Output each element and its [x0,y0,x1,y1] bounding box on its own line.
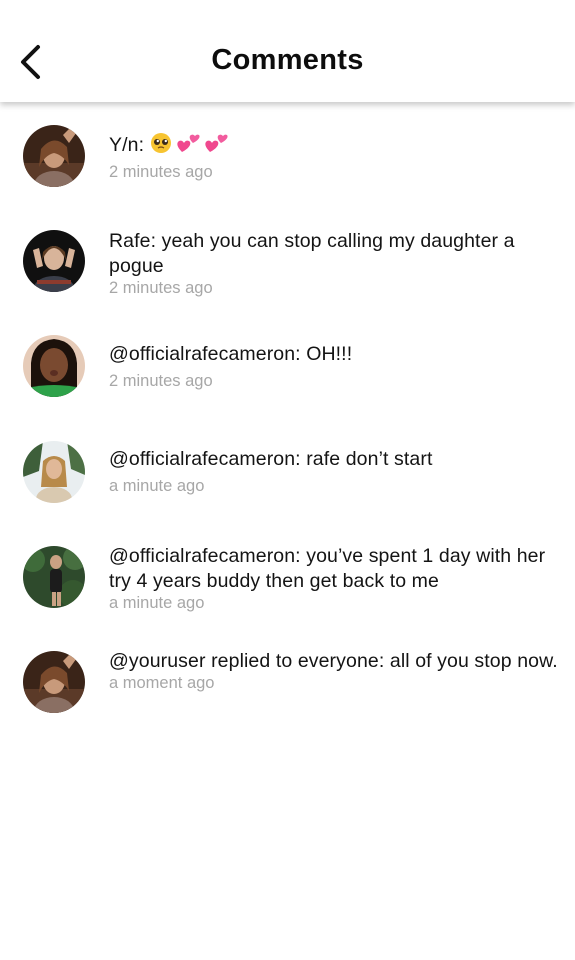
page-title: Comments [211,44,364,76]
comment-text: @officialrafecameron: you’ve spent 1 day… [109,545,546,592]
avatar[interactable] [23,335,85,397]
comment-text: Rafe: yeah you can stop calling my daugh… [109,230,515,277]
comment-text: Y/n: [109,132,561,158]
comment-text: @officialrafecameron: rafe don’t start [109,448,433,470]
comment-timestamp: a minute ago [109,477,205,495]
avatar[interactable] [23,230,85,292]
comment-timestamp: 2 minutes ago [109,279,213,297]
avatar[interactable] [23,125,85,187]
comment-timestamp: a minute ago [109,594,205,612]
two-hearts-icon [176,134,200,152]
two-hearts-icon [204,134,228,152]
comment-timestamp: 2 minutes ago [109,163,213,181]
avatar[interactable] [23,546,85,608]
header-bar: Comments [0,0,575,102]
comment-timestamp: 2 minutes ago [109,372,213,390]
pleading-face-icon [150,133,171,153]
avatar[interactable] [23,441,85,503]
comment-text: @youruser replied to everyone: all of yo… [109,650,558,672]
avatar[interactable] [23,651,85,713]
comment-timestamp: a moment ago [109,674,215,692]
comment-text: @officialrafecameron: OH!!! [109,343,353,365]
